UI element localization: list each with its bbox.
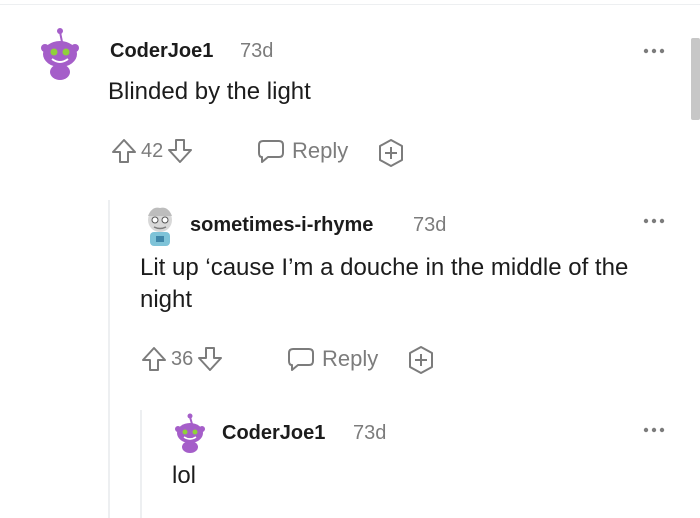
scrollbar[interactable]: [691, 38, 700, 120]
more-options-icon[interactable]: [642, 46, 666, 56]
username[interactable]: CoderJoe1: [110, 40, 213, 63]
comment-body: Lit up ‘cause I’m a douche in the middle…: [140, 254, 629, 313]
thread-line[interactable]: [108, 200, 110, 518]
downvote-arrow-icon[interactable]: [166, 137, 194, 165]
downvote-arrow-icon[interactable]: [196, 345, 224, 373]
upvote-arrow-icon[interactable]: [110, 137, 138, 165]
username[interactable]: sometimes-i-rhyme: [190, 214, 373, 237]
add-award-icon[interactable]: [376, 138, 406, 168]
top-divider: [0, 0, 700, 5]
comment-body: lol: [172, 462, 197, 489]
comment-age: 73d: [413, 214, 447, 236]
upvote-arrow-icon[interactable]: [140, 345, 168, 373]
reply-button[interactable]: Reply: [286, 345, 378, 373]
speech-bubble-icon: [258, 140, 284, 163]
vote-bar: 36: [140, 345, 224, 373]
username[interactable]: CoderJoe1: [222, 422, 325, 445]
add-award-icon[interactable]: [406, 345, 436, 375]
reply-button[interactable]: Reply: [256, 137, 348, 165]
reply-label: Reply: [292, 138, 349, 163]
snoo-avatar-icon[interactable]: [140, 204, 180, 248]
vote-count: 36: [171, 347, 194, 370]
more-options-icon[interactable]: [642, 216, 666, 226]
vote-count: 42: [141, 139, 164, 162]
snoo-avatar-icon[interactable]: [172, 412, 208, 454]
comment-body: Blinded by the light: [108, 78, 311, 105]
snoo-avatar-icon[interactable]: [38, 26, 82, 80]
reply-label: Reply: [322, 346, 379, 371]
vote-bar: 42: [110, 137, 194, 165]
speech-bubble-icon: [288, 348, 314, 371]
comment-age: 73d: [353, 422, 387, 444]
more-options-icon[interactable]: [642, 425, 666, 435]
comment-age: 73d: [240, 40, 274, 62]
thread-line[interactable]: [140, 410, 142, 518]
